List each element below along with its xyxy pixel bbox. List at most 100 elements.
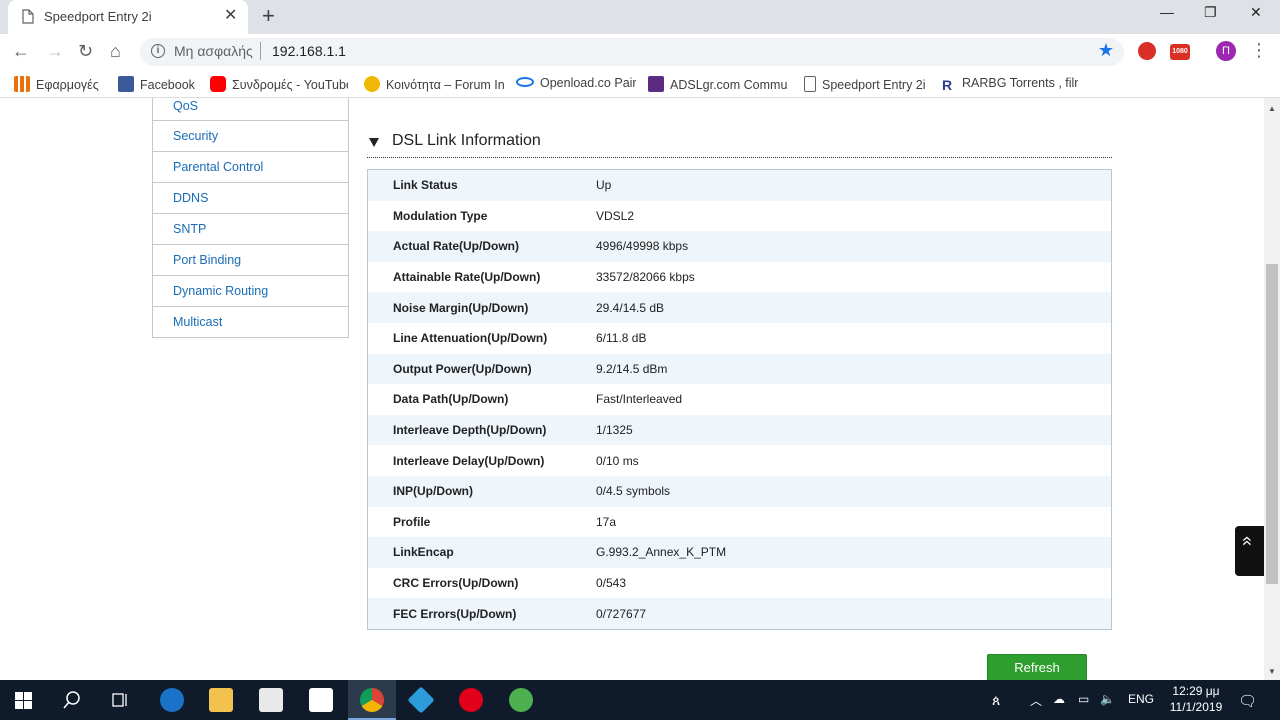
notifications-icon[interactable]: 🗨: [1238, 692, 1257, 710]
openload-icon: [516, 77, 534, 87]
insecure-label[interactable]: Μη ασφαλής: [174, 43, 253, 59]
forum-icon: [364, 76, 380, 92]
kodi-icon[interactable]: [407, 686, 435, 714]
tab-strip: Speedport Entry 2i ✕ + — ❐ ✕: [0, 0, 1280, 34]
show-hidden-icons-icon[interactable]: ︿: [1030, 692, 1042, 709]
row-value: 1/1325: [596, 423, 633, 438]
dsl-info-table: Link Status Up Modulation Type VDSL2 Actua…: [367, 169, 1112, 630]
chrome-icon[interactable]: [360, 688, 384, 712]
scroll-up-arrow-icon[interactable]: ▲: [1268, 104, 1276, 113]
bookmark-star-icon[interactable]: ★: [1098, 40, 1114, 61]
url-text[interactable]: 192.168.1.1: [272, 43, 346, 59]
system-clock[interactable]: 12:29 μμ 11/1/2019: [1160, 683, 1232, 715]
home-icon[interactable]: ⌂: [110, 40, 121, 62]
back-icon[interactable]: ←: [12, 40, 30, 62]
video-extension-icon[interactable]: 1080: [1170, 44, 1190, 60]
page-scrollbar[interactable]: ▲ ▼: [1264, 98, 1280, 680]
bookmark-youtube[interactable]: Συνδρομές - YouTube: [210, 76, 348, 92]
table-row: FEC Errors(Up/Down) 0/727677: [368, 598, 1111, 629]
menu-dots-icon[interactable]: ⋮: [1250, 40, 1268, 60]
people-icon[interactable]: ጰ: [992, 692, 1000, 709]
forward-icon[interactable]: →: [46, 40, 64, 62]
bookmark-apps[interactable]: Εφαρμογές: [14, 76, 104, 92]
sidebar-item-sntp[interactable]: SNTP: [152, 214, 349, 245]
row-value: 17a: [596, 514, 617, 529]
table-row: Actual Rate(Up/Down) 4996/49998 kbps: [368, 231, 1111, 262]
section-header-dsl[interactable]: DSL Link Information: [367, 128, 1112, 158]
table-row: Noise Margin(Up/Down) 29.4/14.5 dB: [368, 292, 1111, 323]
adblock-extension-icon[interactable]: [1138, 42, 1156, 60]
scroll-down-arrow-icon[interactable]: ▼: [1268, 667, 1276, 676]
row-label: Noise Margin(Up/Down): [393, 300, 529, 315]
bookmark-speedport[interactable]: Speedport Entry 2i: [804, 76, 928, 92]
bookmark-adslgr[interactable]: ADSLgr.com Community: [648, 76, 788, 92]
clock-date: 11/1/2019: [1169, 700, 1223, 714]
table-row: Link Status Up: [368, 170, 1111, 201]
new-tab-button[interactable]: +: [262, 5, 275, 27]
table-row: Modulation Type VDSL2: [368, 200, 1111, 232]
volume-icon[interactable]: 🔈: [1100, 692, 1115, 706]
row-label: INP(Up/Down): [393, 484, 473, 499]
row-label: Modulation Type: [393, 208, 488, 223]
file-explorer-icon[interactable]: [209, 688, 233, 712]
row-label: Output Power(Up/Down): [393, 361, 532, 376]
bookmark-facebook[interactable]: Facebook: [118, 76, 198, 92]
sidebar-item-multicast[interactable]: Multicast: [152, 307, 349, 338]
profile-avatar[interactable]: Π: [1216, 41, 1236, 61]
tab-close-icon[interactable]: ✕: [224, 8, 237, 24]
sidebar-item-port-binding[interactable]: Port Binding: [152, 245, 349, 276]
page-icon: [804, 76, 816, 92]
collapse-triangle-icon[interactable]: [369, 138, 379, 147]
row-label: Line Attenuation(Up/Down): [393, 331, 548, 346]
row-label: Link Status: [393, 178, 458, 193]
scroll-to-top-button[interactable]: »: [1235, 526, 1264, 576]
row-value: 6/11.8 dB: [596, 331, 647, 346]
sidebar-item-ddns[interactable]: DDNS: [152, 183, 349, 214]
row-label: Attainable Rate(Up/Down): [393, 270, 541, 285]
maximize-button[interactable]: ❐: [1204, 4, 1217, 21]
tab-speedport[interactable]: Speedport Entry 2i ✕: [8, 0, 248, 34]
row-value: G.993.2_Annex_K_PTM: [596, 545, 727, 560]
facebook-icon: [118, 76, 134, 92]
row-value: 9.2/14.5 dBm: [596, 361, 668, 376]
onedrive-icon[interactable]: ☁: [1053, 692, 1065, 706]
section-title: DSL Link Information: [392, 132, 541, 149]
address-bar[interactable]: i Μη ασφαλής 192.168.1.1 ★: [140, 38, 1124, 66]
refresh-button[interactable]: Refresh: [987, 654, 1087, 680]
row-value: VDSL2: [596, 208, 635, 223]
store-icon[interactable]: [259, 688, 283, 712]
close-window-button[interactable]: ✕: [1250, 4, 1262, 21]
network-icon[interactable]: ▭: [1078, 692, 1089, 706]
row-value: 0/543: [596, 576, 627, 591]
sidebar-nav: QoS Security Parental Control DDNS SNTP …: [152, 98, 349, 338]
search-icon[interactable]: [63, 691, 81, 709]
windows-start-icon[interactable]: [15, 692, 32, 709]
bookmark-rarbg[interactable]: RRARBG Torrents , filmy: [942, 76, 1078, 93]
row-label: Profile: [393, 514, 431, 529]
minimize-button[interactable]: —: [1160, 4, 1174, 20]
sidebar-item-security[interactable]: Security: [152, 121, 349, 152]
sidebar-item-qos[interactable]: QoS: [152, 98, 349, 121]
table-row: Attainable Rate(Up/Down) 33572/82066 kbps: [368, 261, 1111, 293]
edge-icon[interactable]: [160, 688, 184, 712]
table-row: Line Attenuation(Up/Down) 6/11.8 dB: [368, 322, 1111, 354]
row-label: CRC Errors(Up/Down): [393, 576, 519, 591]
utorrent-icon[interactable]: [509, 688, 533, 712]
info-icon[interactable]: i: [151, 44, 165, 58]
scrollbar-thumb[interactable]: [1266, 264, 1278, 584]
rarbg-icon: R: [942, 77, 953, 93]
table-row: Interleave Delay(Up/Down) 0/10 ms: [368, 445, 1111, 476]
language-indicator[interactable]: ENG: [1128, 692, 1154, 706]
sidebar-item-parental-control[interactable]: Parental Control: [152, 152, 349, 183]
sidebar-item-dynamic-routing[interactable]: Dynamic Routing: [152, 276, 349, 307]
windows-taskbar: ጰ ︿ ☁ ▭ 🔈 ENG 12:29 μμ 11/1/2019 🗨: [0, 680, 1280, 720]
bookmark-forum[interactable]: Κοινότητα – Forum Insomnia: [364, 76, 504, 92]
mail-icon[interactable]: [309, 688, 333, 712]
adslgr-icon: [648, 76, 664, 92]
youtube-icon: [210, 76, 226, 92]
opera-icon[interactable]: [459, 688, 483, 712]
task-view-icon[interactable]: [110, 691, 130, 709]
reload-icon[interactable]: ↻: [78, 40, 93, 62]
bookmark-openload[interactable]: Openload.co Pair: [516, 76, 636, 90]
table-row: Data Path(Up/Down) Fast/Interleaved: [368, 384, 1111, 415]
